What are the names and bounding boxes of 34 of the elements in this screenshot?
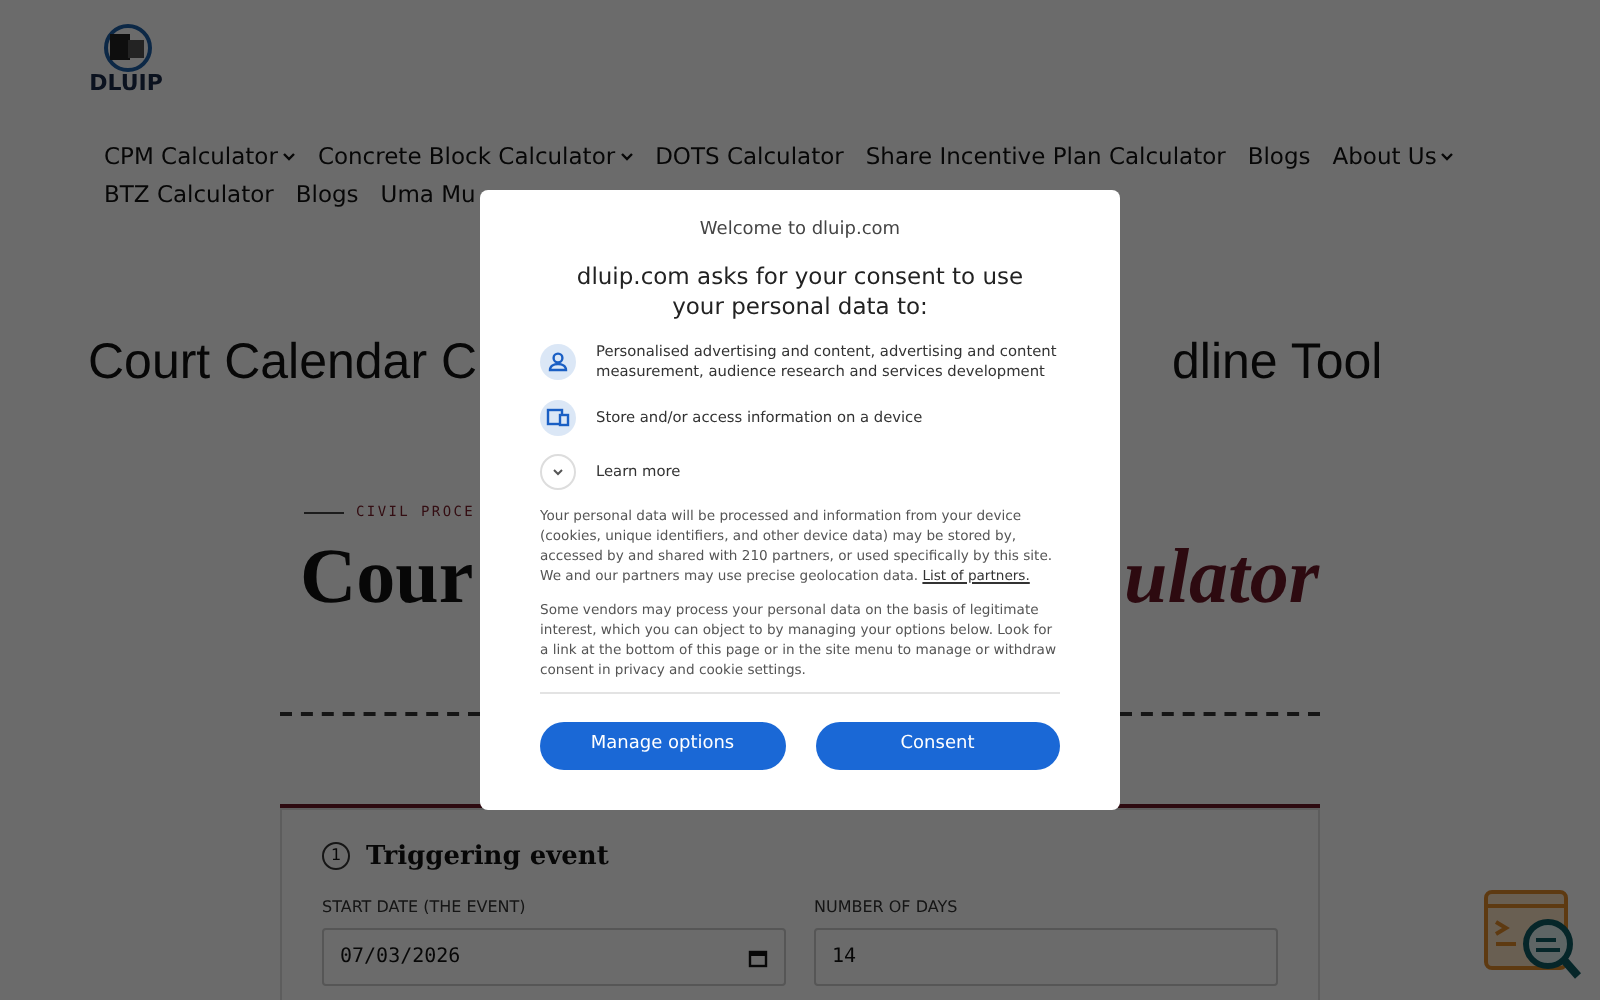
nav-link[interactable]: Blogs xyxy=(295,176,359,214)
number-field[interactable]: 14 xyxy=(814,928,1278,986)
chevron-down-icon xyxy=(1440,152,1455,162)
dialog-heading: dluip.com asks for your consent to use your personal data to: xyxy=(574,261,1026,321)
chevron-down-icon xyxy=(281,152,296,162)
calculator-logo-icon xyxy=(98,24,154,72)
nav-link[interactable]: DOTS Calculator xyxy=(655,138,844,176)
manage-options-button[interactable]: Manage options xyxy=(540,721,785,769)
page-title: dline Tool xyxy=(1172,332,1383,392)
hero-title: Cour xyxy=(300,531,476,623)
consent-button[interactable]: Consent xyxy=(815,721,1060,769)
nav-link[interactable]: Blogs xyxy=(1247,138,1311,176)
step-number: 1 xyxy=(322,842,350,871)
nav-link[interactable]: Concrete Block Calculator xyxy=(317,138,634,176)
date-field[interactable]: 07/03/2026 xyxy=(322,928,786,986)
nav-link[interactable]: BTZ Calculator xyxy=(104,176,274,214)
person-icon xyxy=(540,343,576,379)
logo[interactable]: DLUIP xyxy=(88,24,164,94)
logo-text: DLUIP xyxy=(89,72,163,94)
field-label: NUMBER OF DAYS xyxy=(814,896,960,920)
section-title: Triggering event xyxy=(366,839,609,875)
chevron-down-icon xyxy=(619,152,634,162)
calendar-icon[interactable] xyxy=(748,947,768,967)
code-search-icon[interactable] xyxy=(1484,890,1584,982)
nav-link[interactable]: CPM Calculator xyxy=(104,138,296,176)
hero-title: ulator xyxy=(1124,531,1320,623)
nav-link[interactable]: Share Incentive Plan Calculator xyxy=(865,138,1226,176)
nav-link[interactable]: About Us xyxy=(1332,138,1455,176)
field-label: START DATE (THE EVENT) xyxy=(322,896,528,920)
nav-link[interactable]: Uma Mu xyxy=(380,176,476,214)
devices-icon xyxy=(540,399,576,435)
page-title: Court Calendar C xyxy=(88,332,480,392)
chevron-icon xyxy=(552,467,564,475)
welcome-text: Welcome to dluip.com xyxy=(697,218,903,244)
